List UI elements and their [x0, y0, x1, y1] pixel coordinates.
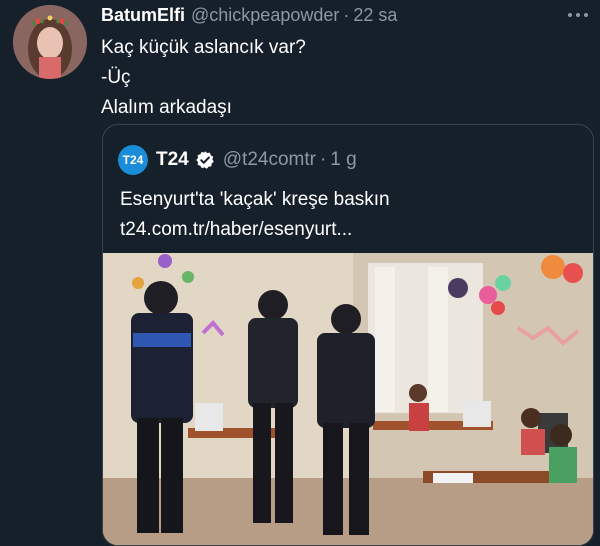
quoted-handle[interactable]: @t24comtr — [223, 149, 316, 171]
quoted-timestamp[interactable]: 1 g — [330, 149, 356, 171]
quoted-headline: Esenyurt'ta 'kaçak' kreşe baskın — [120, 189, 390, 210]
tweet-text: Kaç küçük aslancık var? -Üç Alalım arkad… — [101, 33, 306, 123]
avatar[interactable] — [13, 5, 87, 79]
separator-dot: · — [343, 4, 350, 25]
more-options-icon[interactable] — [568, 8, 588, 22]
t24-logo-icon[interactable]: T24 — [118, 145, 148, 175]
tweet-text-line: Kaç küçük aslancık var? — [101, 37, 306, 58]
quoted-tweet-header: T24 T24 @t24comtr · 1 g — [118, 144, 357, 176]
verified-badge-icon — [195, 150, 215, 170]
timestamp[interactable]: 22 sa — [353, 5, 397, 26]
quoted-link[interactable]: t24.com.tr/haber/esenyurt... — [120, 215, 580, 245]
handle[interactable]: @chickpeapowder — [191, 5, 339, 26]
quoted-tweet-text: Esenyurt'ta 'kaçak' kreşe baskın t24.com… — [120, 185, 580, 245]
news-photo-image[interactable] — [103, 253, 593, 545]
quoted-display-name[interactable]: T24 — [156, 149, 189, 171]
display-name[interactable]: BatumElfi — [101, 5, 185, 26]
separator-dot: · — [319, 149, 327, 170]
tweet: BatumElfi @chickpeapowder · 22 sa Kaç kü… — [0, 0, 600, 546]
tweet-text-line: -Üç — [101, 67, 131, 88]
quoted-tweet[interactable]: T24 T24 @t24comtr · 1 g Esenyurt'ta 'kaç… — [102, 124, 594, 546]
tweet-text-line: Alalım arkadaşı — [101, 97, 232, 118]
tweet-header: BatumElfi @chickpeapowder · 22 sa — [101, 4, 580, 26]
avatar-photo — [13, 5, 87, 79]
